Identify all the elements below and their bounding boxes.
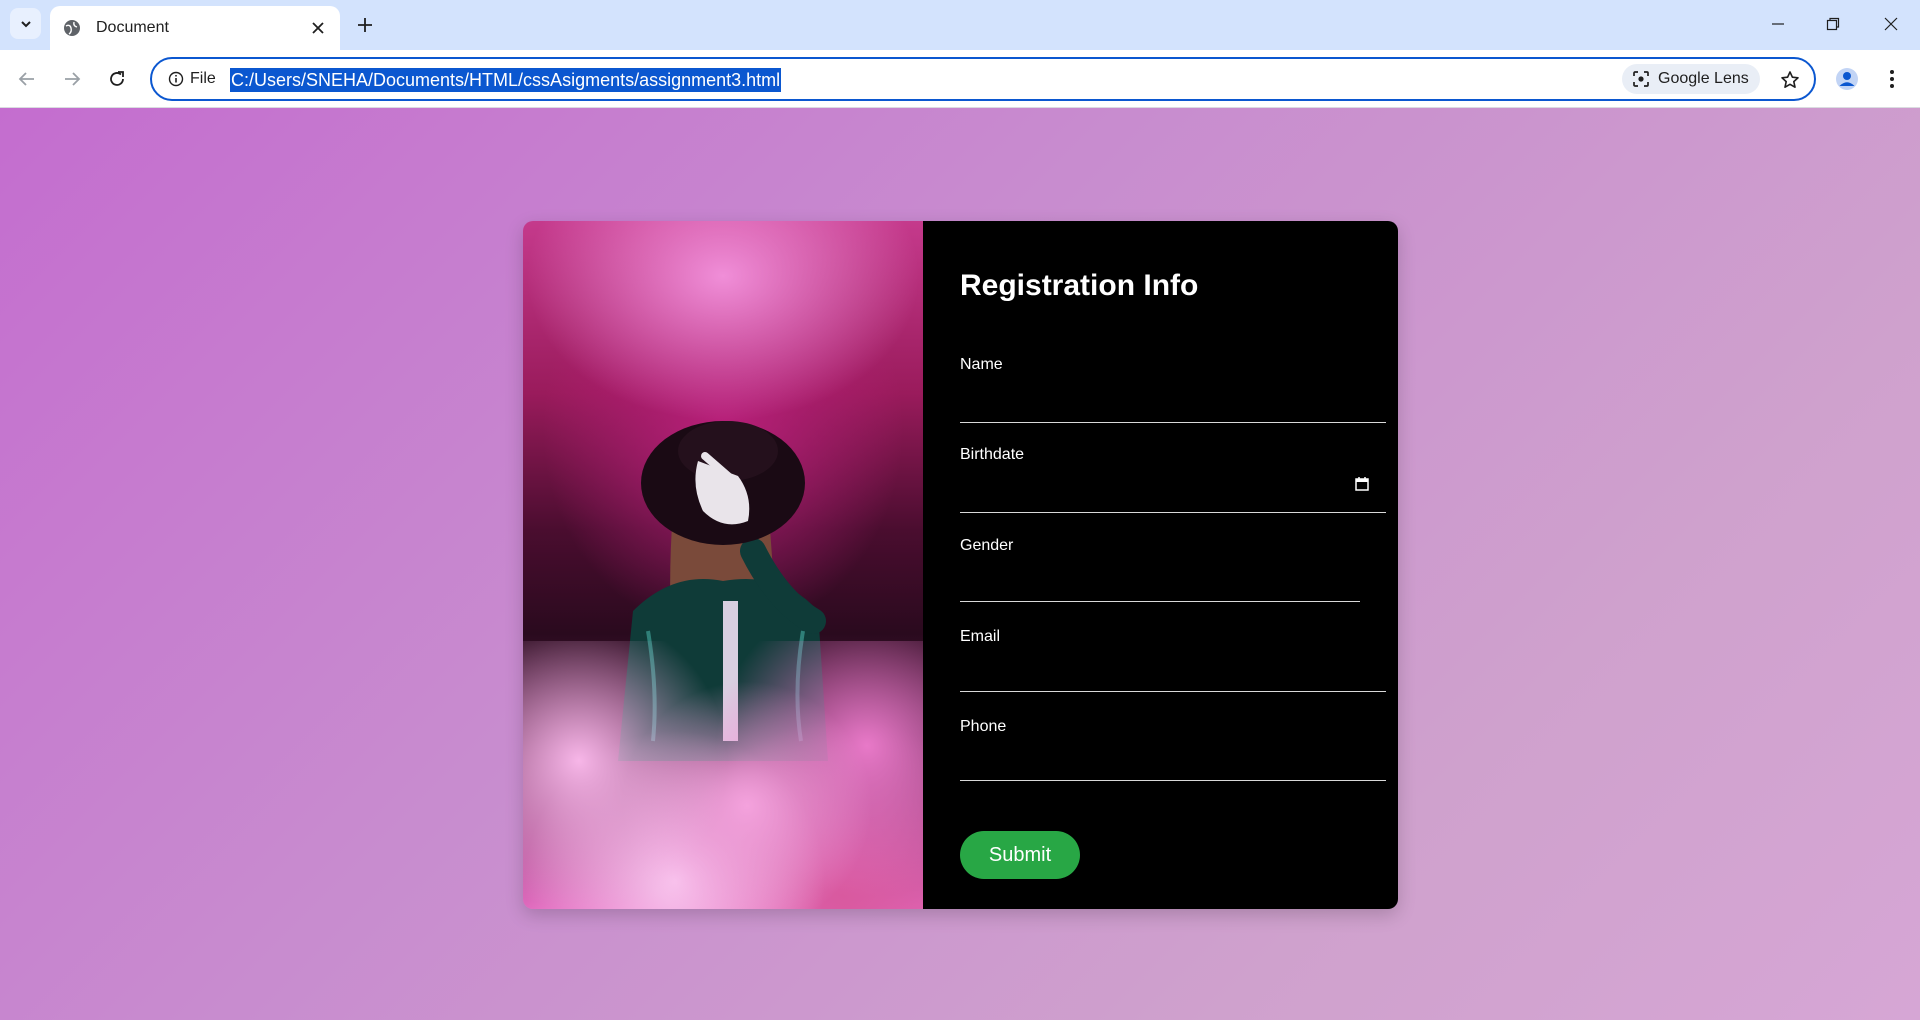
gender-input[interactable] — [960, 567, 1360, 595]
calendar-icon[interactable] — [1354, 476, 1370, 492]
plus-icon — [358, 18, 372, 32]
star-icon — [1781, 71, 1799, 88]
birthdate-field: Birthdate — [960, 446, 1386, 516]
gender-field: Gender — [960, 537, 1386, 607]
restore-icon — [1826, 17, 1840, 31]
site-info-label: File — [190, 70, 216, 87]
birthdate-underline — [960, 512, 1386, 513]
info-icon — [168, 71, 184, 87]
url-text[interactable]: C:/Users/SNEHA/Documents/HTML/cssAsigmen… — [230, 68, 782, 92]
google-lens-label: Google Lens — [1658, 70, 1749, 87]
active-tab[interactable]: Document — [50, 6, 340, 50]
lens-icon — [1633, 71, 1649, 87]
tab-search-button[interactable] — [10, 8, 41, 39]
birthdate-input[interactable] — [960, 476, 1350, 504]
minimize-icon — [1772, 23, 1784, 25]
tab-title: Document — [96, 19, 169, 36]
form-title: Registration Info — [960, 269, 1199, 302]
new-tab-button[interactable] — [352, 12, 378, 38]
chevron-down-icon — [20, 20, 31, 27]
email-underline — [960, 691, 1386, 692]
phone-label: Phone — [960, 718, 1007, 735]
bookmark-button[interactable] — [1776, 66, 1804, 94]
reload-icon — [110, 71, 124, 86]
forward-icon — [65, 72, 81, 86]
name-input[interactable] — [960, 386, 1386, 414]
site-info-chip[interactable]: File — [162, 66, 222, 92]
browser-menu-button[interactable] — [1876, 63, 1908, 95]
minimize-button[interactable] — [1758, 8, 1798, 40]
submit-button[interactable]: Submit — [960, 831, 1080, 879]
phone-underline — [960, 780, 1386, 781]
restore-button[interactable] — [1813, 8, 1853, 40]
registration-form: Registration Info Name Birthdate Gender … — [923, 221, 1398, 909]
gender-label: Gender — [960, 537, 1014, 554]
gender-underline — [960, 601, 1360, 602]
pink-smoke — [523, 641, 923, 909]
forward-button[interactable] — [57, 64, 87, 94]
registration-card: Registration Info Name Birthdate Gender … — [523, 221, 1398, 909]
tab-strip: Document — [0, 0, 1920, 50]
globe-icon — [62, 18, 82, 38]
name-underline — [960, 422, 1386, 423]
window-close-icon — [1884, 17, 1898, 31]
page-viewport: Registration Info Name Birthdate Gender … — [0, 108, 1920, 1020]
browser-toolbar: File C:/Users/SNEHA/Documents/HTML/cssAs… — [0, 50, 1920, 108]
phone-input[interactable] — [960, 748, 1386, 776]
back-button[interactable] — [12, 64, 42, 94]
email-field: Email — [960, 628, 1386, 698]
email-input[interactable] — [960, 658, 1386, 686]
name-field: Name — [960, 356, 1386, 426]
window-close-button[interactable] — [1871, 8, 1911, 40]
birthdate-label: Birthdate — [960, 446, 1025, 463]
address-bar[interactable]: File C:/Users/SNEHA/Documents/HTML/cssAs… — [150, 57, 1816, 101]
back-icon — [18, 72, 34, 86]
reload-button[interactable] — [102, 64, 132, 94]
close-icon[interactable] — [308, 18, 328, 38]
kebab-menu-icon — [1890, 70, 1894, 88]
profile-icon — [1836, 68, 1858, 90]
google-lens-button[interactable]: Google Lens — [1622, 64, 1760, 94]
email-label: Email — [960, 628, 1001, 645]
phone-field: Phone — [960, 718, 1386, 788]
hero-photo — [523, 221, 923, 909]
profile-button[interactable] — [1831, 63, 1863, 95]
name-label: Name — [960, 356, 1003, 373]
